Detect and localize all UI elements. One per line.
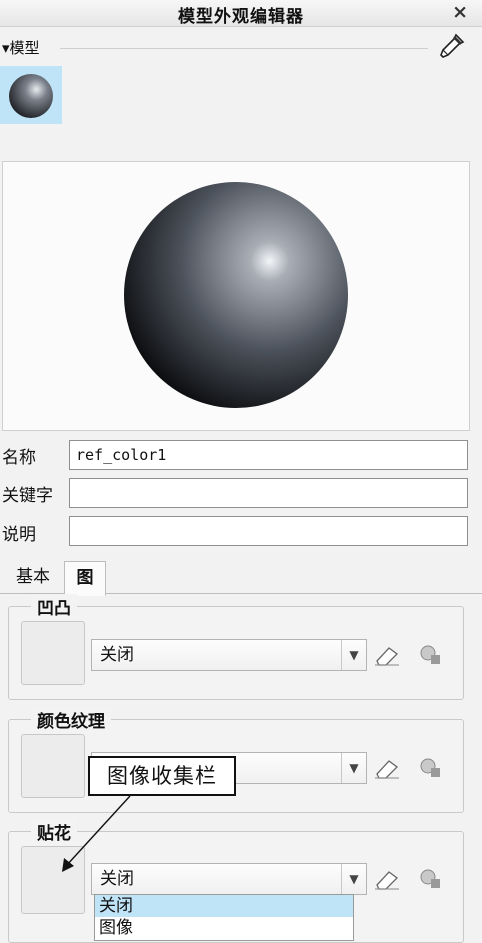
appearance-preview [2,161,470,431]
color-texture-thumbnail[interactable] [21,734,85,798]
keywords-label: 关键字 [2,486,53,506]
dropdown-option-off[interactable]: 关闭 [95,895,353,917]
window-title: 模型外观编辑器 [178,7,304,27]
eraser-icon[interactable] [373,643,401,667]
chevron-down-icon[interactable]: ▼ [341,864,366,894]
bump-select[interactable]: 关闭 ▼ [91,639,367,671]
light-bulb-icon[interactable] [417,756,443,780]
tab-map[interactable]: 图 [64,561,106,596]
tab-basic[interactable]: 基本 [6,561,60,593]
bump-thumbnail[interactable] [21,621,85,685]
chevron-down-icon[interactable]: ▼ [341,640,366,670]
bump-group-title: 凹凸 [31,594,77,619]
eraser-icon[interactable] [373,867,401,891]
eyedropper-icon[interactable] [436,32,466,62]
light-bulb-icon[interactable] [417,643,443,667]
bump-select-value: 关闭 [100,645,134,665]
section-divider [60,48,428,49]
appearance-thumbnail[interactable] [0,66,62,124]
description-label: 说明 [2,525,36,545]
title-bar: 模型外观编辑器 × [0,0,482,27]
name-field[interactable]: ref_color1 [69,440,468,470]
chevron-down-icon[interactable]: ▼ [341,753,366,783]
close-button[interactable]: × [452,1,468,23]
description-field[interactable] [69,516,468,546]
eraser-icon[interactable] [373,756,401,780]
callout-arrow-icon [62,795,131,872]
model-section-header[interactable]: ▾模型 [2,37,40,58]
model-section-label: 模型 [9,39,40,57]
decal-dropdown-list: 关闭 图像 [94,894,354,941]
bump-group: 凹凸 关闭 ▼ [8,594,464,700]
name-label: 名称 [2,448,36,468]
light-bulb-icon[interactable] [417,867,443,891]
collapse-arrow-icon[interactable]: ▾ [2,39,10,57]
keywords-field[interactable] [69,478,468,508]
sphere-preview-icon [124,182,348,408]
dropdown-option-image[interactable]: 图像 [95,917,353,939]
image-gallery-callout: 图像收集栏 [88,756,236,796]
color-texture-group-title: 颜色纹理 [31,707,111,732]
